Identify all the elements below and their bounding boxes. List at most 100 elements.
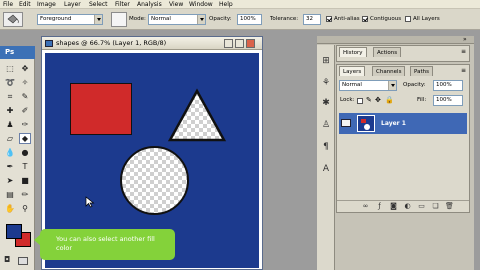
history-panel-group: History Actions ≡: [336, 45, 470, 62]
eraser-tool-icon[interactable]: ▱: [4, 133, 16, 144]
layer-opacity-input[interactable]: 100%: [433, 80, 463, 91]
maximize-button[interactable]: [235, 39, 244, 48]
clone-stamp-tool-icon[interactable]: ♟: [4, 119, 16, 130]
marquee-tool-icon[interactable]: ⬚: [4, 63, 16, 74]
notes-tool-icon[interactable]: ▤: [4, 189, 16, 200]
clone-source-icon[interactable]: ♙: [320, 119, 332, 131]
screen-mode-icon[interactable]: [18, 257, 28, 265]
blur-tool-icon[interactable]: 💧: [4, 147, 16, 158]
slice-tool-icon[interactable]: ✎: [19, 91, 31, 102]
magic-wand-tool-icon[interactable]: ✧: [19, 77, 31, 88]
lock-pixels-icon[interactable]: ✎: [366, 95, 372, 106]
path-selection-tool-icon[interactable]: ➤: [4, 175, 16, 186]
layer-mask-icon[interactable]: ◙: [389, 202, 398, 211]
hand-tool-icon[interactable]: ✋: [4, 203, 16, 214]
tool-presets-icon[interactable]: ✱: [320, 97, 332, 109]
dodge-tool-icon[interactable]: ●: [19, 147, 31, 158]
tab-history[interactable]: History: [339, 47, 367, 57]
pen-tool-icon[interactable]: ✒: [4, 161, 16, 172]
menu-bar: File Edit Image Layer Select Filter Anal…: [0, 0, 480, 9]
menu-file[interactable]: File: [3, 0, 13, 9]
menu-select[interactable]: Select: [89, 0, 108, 9]
fill-source-select[interactable]: Foreground: [37, 14, 103, 25]
chevron-down-icon: [197, 15, 205, 24]
menu-window[interactable]: Window: [189, 0, 213, 9]
lasso-tool-icon[interactable]: ➰: [4, 77, 16, 88]
photoshop-logo: Ps: [0, 46, 35, 59]
menu-image[interactable]: Image: [37, 0, 56, 9]
mode-value: Normal: [151, 16, 171, 22]
brush-tool-icon[interactable]: ✐: [19, 105, 31, 116]
panel-menu-icon[interactable]: ≡: [461, 48, 466, 55]
contiguous-checkbox[interactable]: [362, 16, 368, 22]
lock-all-icon[interactable]: 🔒: [385, 95, 394, 106]
menu-analysis[interactable]: Analysis: [137, 0, 162, 9]
brushes-icon[interactable]: ⚘: [320, 77, 332, 89]
healing-brush-tool-icon[interactable]: ✚: [4, 105, 16, 116]
move-tool-icon[interactable]: ✥: [19, 63, 31, 74]
tab-channels[interactable]: Channels: [372, 66, 406, 76]
eye-visibility-icon[interactable]: [341, 119, 351, 127]
menu-layer[interactable]: Layer: [64, 0, 81, 9]
layer-style-icon[interactable]: ƒ: [375, 202, 384, 211]
minimize-button[interactable]: [224, 39, 233, 48]
fill-label: Fill:: [417, 97, 427, 103]
paint-bucket-icon: [7, 14, 19, 24]
new-layer-icon[interactable]: ❏: [431, 202, 440, 211]
triangle-shape[interactable]: [167, 88, 227, 143]
history-brush-tool-icon[interactable]: ✑: [19, 119, 31, 130]
red-rectangle-shape[interactable]: [70, 83, 132, 135]
menu-filter[interactable]: Filter: [115, 0, 130, 9]
panel-icon-column: ⊞ ⚘ ✱ ♙ ¶ A: [317, 45, 335, 270]
paint-bucket-tool-icon[interactable]: ◆: [19, 133, 31, 144]
opacity-label: Opacity:: [209, 16, 232, 22]
close-button[interactable]: [246, 39, 255, 48]
menu-view[interactable]: View: [169, 0, 183, 9]
tab-layers[interactable]: Layers: [339, 66, 366, 76]
paint-bucket-tool-preset[interactable]: [3, 12, 23, 27]
eyedropper-tool-icon[interactable]: ✏: [19, 189, 31, 200]
tolerance-label: Tolerance:: [270, 16, 299, 22]
opacity-input[interactable]: 100%: [237, 14, 262, 25]
pattern-picker[interactable]: [111, 12, 127, 27]
mode-select[interactable]: Normal: [148, 14, 206, 25]
all-layers-checkbox[interactable]: [405, 16, 411, 22]
ps-document-icon: [45, 40, 53, 47]
navigator-icon[interactable]: ⊞: [320, 55, 332, 67]
paragraph-icon[interactable]: ¶: [320, 141, 332, 153]
tooltip-text: You can also select another fill color: [56, 235, 155, 252]
layer-opacity-label: Opacity:: [403, 82, 426, 88]
type-tool-icon[interactable]: T: [19, 161, 31, 172]
collapse-dock-icon[interactable]: »: [463, 36, 467, 44]
lock-transparency-icon[interactable]: [357, 98, 363, 104]
tab-paths[interactable]: Paths: [410, 66, 433, 76]
workspace-edge: [474, 36, 480, 270]
adjustment-layer-icon[interactable]: ◐: [403, 202, 412, 211]
tab-actions[interactable]: Actions: [373, 47, 402, 57]
zoom-tool-icon[interactable]: ⚲: [19, 203, 31, 214]
fill-input[interactable]: 100%: [433, 95, 463, 106]
layer-name: Layer 1: [381, 120, 406, 127]
anti-alias-checkbox[interactable]: [326, 16, 332, 22]
trash-icon[interactable]: 🗑: [445, 202, 454, 211]
layers-panel-footer: ∞ ƒ ◙ ◐ ▭ ❏ 🗑: [337, 200, 469, 212]
character-icon[interactable]: A: [320, 163, 332, 175]
foreground-color-swatch[interactable]: [6, 224, 22, 239]
tolerance-input[interactable]: 32: [303, 14, 321, 25]
lock-label: Lock:: [340, 97, 355, 103]
panel-menu-icon[interactable]: ≡: [461, 67, 466, 74]
link-layers-icon[interactable]: ∞: [361, 202, 370, 211]
new-group-icon[interactable]: ▭: [417, 202, 426, 211]
all-layers-label: All Layers: [413, 16, 440, 22]
circle-shape[interactable]: [120, 146, 189, 215]
crop-tool-icon[interactable]: ⌗: [4, 91, 16, 102]
contiguous-label: Contiguous: [370, 16, 402, 22]
quick-mask-icon[interactable]: ◘: [4, 255, 13, 264]
blend-mode-select[interactable]: Normal: [339, 80, 397, 91]
layer-opacity-value: 100%: [436, 82, 452, 88]
shape-tool-icon[interactable]: ■: [19, 175, 31, 186]
layer-row-selected[interactable]: Layer 1: [339, 113, 467, 134]
lock-position-icon[interactable]: ✥: [375, 95, 381, 106]
menu-edit[interactable]: Edit: [19, 0, 31, 9]
menu-help[interactable]: Help: [219, 0, 233, 9]
